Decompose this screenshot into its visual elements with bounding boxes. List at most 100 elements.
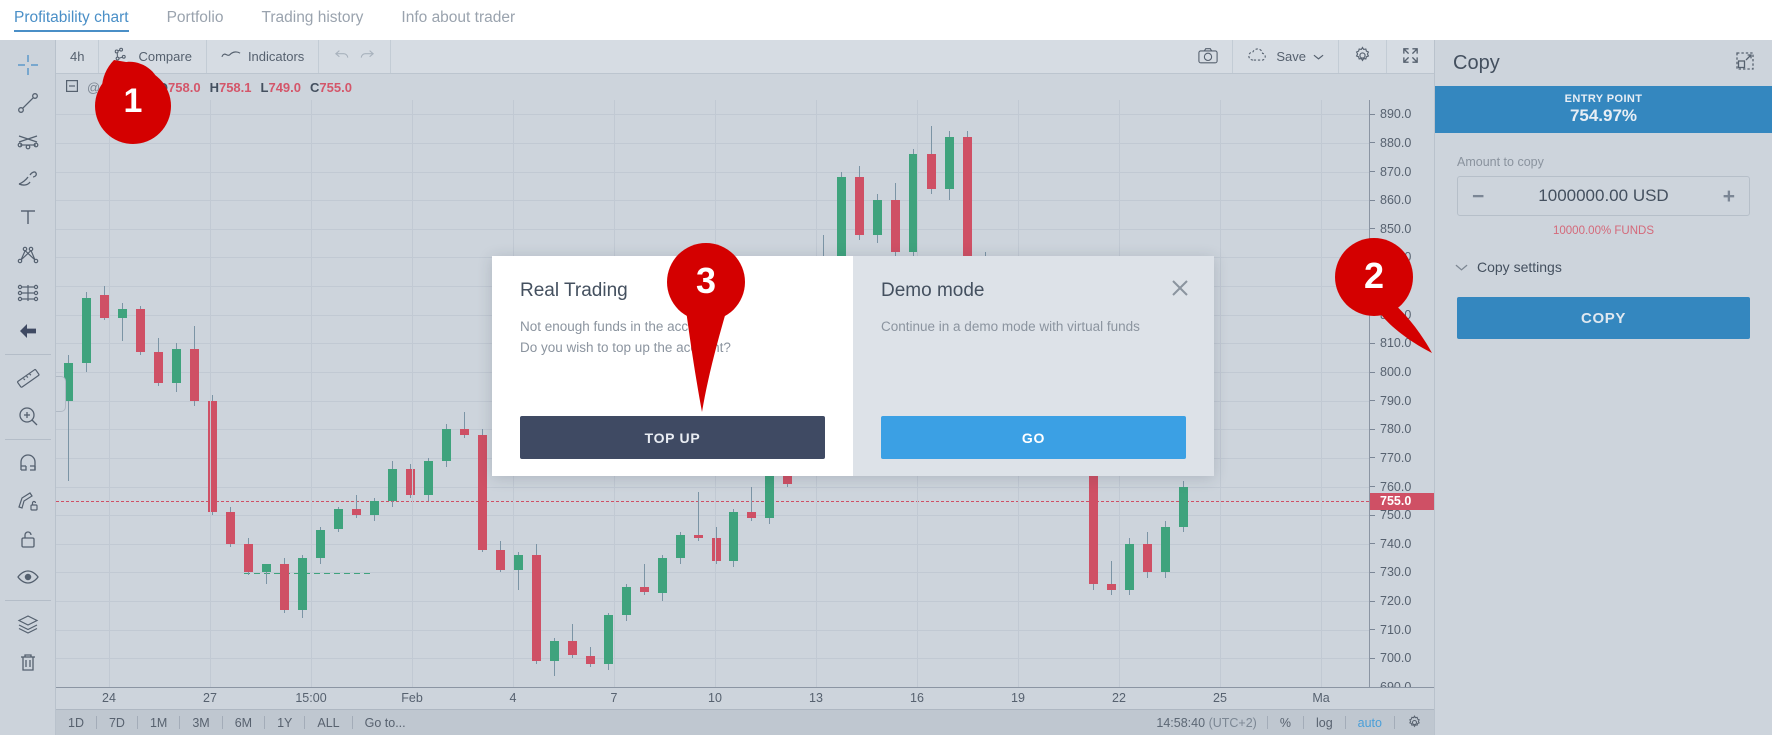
save-button[interactable]: Save — [1233, 40, 1339, 73]
clock-display[interactable]: 14:58:40 (UTC+2) — [1146, 716, 1266, 730]
candle-body — [1107, 583, 1117, 590]
candlestick — [387, 100, 397, 687]
copy-settings-toggle[interactable]: Copy settings — [1435, 237, 1772, 275]
layers-icon[interactable] — [6, 605, 50, 643]
copy-button[interactable]: COPY — [1457, 297, 1750, 339]
zoom-in-icon[interactable] — [6, 397, 50, 435]
price-tick-label: 730.0 — [1380, 565, 1412, 580]
trend-line-icon[interactable] — [6, 84, 50, 122]
amount-decrease-button[interactable]: − — [1472, 186, 1484, 207]
price-tick-label: 750.0 — [1380, 508, 1412, 523]
entry-point-banner: ENTRY POINT 754.97% — [1435, 86, 1772, 133]
candle-body — [351, 509, 361, 516]
close-icon[interactable] — [1168, 276, 1192, 300]
range-3m[interactable]: 3M — [180, 716, 221, 730]
range-6m[interactable]: 6M — [223, 716, 264, 730]
undo-redo-group[interactable] — [319, 40, 392, 73]
candle-wick — [697, 492, 699, 541]
goto-button[interactable]: Go to... — [353, 716, 418, 730]
chevron-down-icon[interactable] — [1313, 49, 1324, 64]
tab-info-about-trader[interactable]: Info about trader — [401, 0, 533, 35]
toolbar-divider — [4, 600, 51, 601]
trash-icon[interactable] — [6, 643, 50, 681]
range-7d[interactable]: 7D — [97, 716, 137, 730]
entry-point-label: ENTRY POINT — [1564, 93, 1643, 105]
ohlc-legend: @ 240 O758.0 H758.1 L749.0 C755.0 — [56, 74, 1434, 100]
crosshair-icon[interactable] — [6, 46, 50, 84]
auto-scale-button[interactable]: auto — [1346, 716, 1394, 730]
candle-wick — [1111, 561, 1113, 596]
text-tool-icon[interactable] — [6, 198, 50, 236]
price-tick: 870.0 — [1370, 165, 1434, 179]
draw-lock-icon[interactable] — [6, 482, 50, 520]
top-up-button[interactable]: TOP UP — [520, 416, 825, 459]
close-value: 755.0 — [319, 79, 352, 95]
range-1d[interactable]: 1D — [56, 716, 96, 730]
pattern-icon[interactable] — [6, 236, 50, 274]
log-scale-button[interactable]: log — [1304, 716, 1345, 730]
candle-body — [477, 435, 487, 550]
redo-icon[interactable] — [358, 48, 376, 65]
percent-scale-button[interactable]: % — [1268, 716, 1303, 730]
amount-increase-button[interactable]: + — [1723, 186, 1735, 207]
eye-icon[interactable] — [6, 558, 50, 596]
candlestick — [333, 100, 343, 687]
grid-line — [1220, 100, 1221, 687]
amount-input[interactable]: 1000000.00 USD — [1484, 186, 1722, 206]
price-tick: 800.0 — [1370, 365, 1434, 379]
indicators-button[interactable]: Indicators — [207, 40, 320, 73]
candle-body — [513, 555, 523, 570]
brush-icon[interactable] — [6, 160, 50, 198]
tab-portfolio[interactable]: Portfolio — [167, 0, 242, 35]
gear-icon — [1353, 45, 1372, 68]
candlestick — [81, 100, 91, 687]
callout-marker-2: 2 — [1330, 235, 1450, 365]
candle-body — [225, 512, 235, 544]
gear-icon[interactable] — [1395, 714, 1434, 731]
tab-profitability-chart[interactable]: Profitability chart — [14, 0, 147, 35]
time-tick-label: 27 — [203, 691, 217, 705]
candle-body — [549, 641, 559, 662]
copy-panel-header: Copy — [1435, 40, 1772, 86]
lock-icon[interactable] — [6, 520, 50, 558]
undo-icon[interactable] — [333, 48, 351, 65]
candle-body — [603, 615, 613, 665]
price-tick-label: 790.0 — [1380, 393, 1412, 408]
tab-trading-history[interactable]: Trading history — [261, 0, 381, 35]
price-tick: 860.0 — [1370, 193, 1434, 207]
magnet-icon[interactable] — [6, 444, 50, 482]
save-label: Save — [1276, 49, 1306, 64]
chart-settings-button[interactable] — [1339, 40, 1387, 73]
fib-retracement-icon[interactable] — [6, 122, 50, 160]
collapse-icon[interactable] — [66, 79, 79, 95]
amount-stepper[interactable]: − 1000000.00 USD + — [1457, 176, 1750, 216]
forecast-icon[interactable] — [6, 274, 50, 312]
fullscreen-button[interactable] — [1387, 40, 1434, 73]
price-tick-label: 770.0 — [1380, 450, 1412, 465]
candle-body — [531, 555, 541, 662]
screenshot-button[interactable] — [1184, 40, 1234, 73]
time-tick-label: 13 — [809, 691, 823, 705]
candlestick — [171, 100, 181, 687]
go-button[interactable]: GO — [881, 416, 1186, 459]
indicators-label: Indicators — [247, 49, 305, 64]
range-1y[interactable]: 1Y — [265, 716, 304, 730]
time-scale[interactable]: 24 27 15:00 Feb 4 7 10 13 16 19 22 25 Ma — [56, 687, 1434, 709]
candle-body — [81, 297, 91, 364]
candlestick — [243, 100, 253, 687]
plot-collapse-handle[interactable] — [56, 375, 66, 412]
arrow-left-icon[interactable] — [6, 312, 50, 350]
price-tick-label: 760.0 — [1380, 479, 1412, 494]
candle-body — [783, 475, 793, 484]
range-all[interactable]: ALL — [305, 716, 351, 730]
clock-timezone: (UTC+2) — [1208, 715, 1257, 730]
drawing-toolbar — [0, 40, 56, 735]
time-tick-label: 24 — [102, 691, 116, 705]
candlestick — [189, 100, 199, 687]
ruler-icon[interactable] — [6, 359, 50, 397]
price-scale[interactable]: 755.0 890.0880.0870.0860.0850.0840.0830.… — [1370, 100, 1434, 694]
price-tick: 740.0 — [1370, 537, 1434, 551]
range-1m[interactable]: 1M — [138, 716, 179, 730]
expand-panel-icon[interactable] — [1736, 51, 1754, 75]
